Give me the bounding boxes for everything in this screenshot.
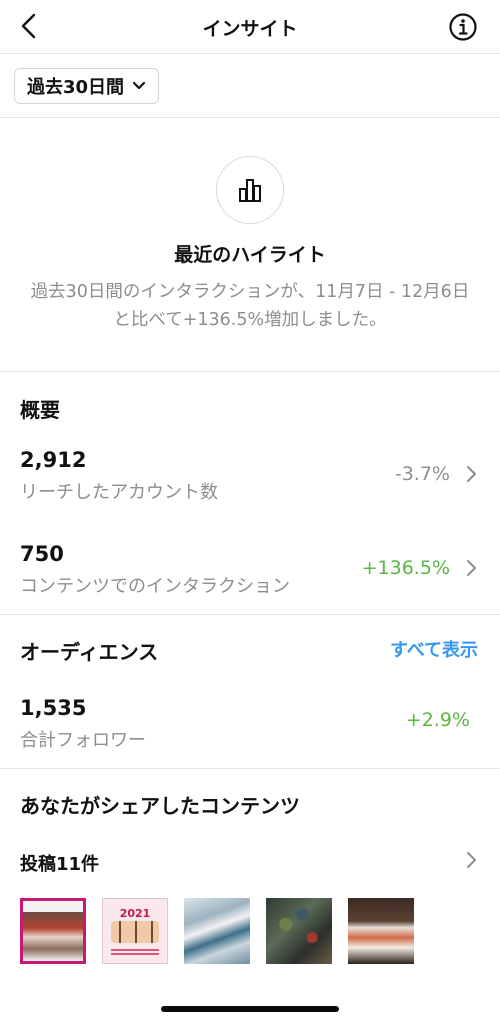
info-icon: [449, 13, 477, 41]
thumbnail-year-text: 2021: [119, 907, 151, 920]
highlight-icon-circle: [216, 156, 284, 224]
reach-change: -3.7%: [394, 463, 450, 485]
overview-title: 概要: [20, 398, 60, 422]
post-thumbnail[interactable]: [20, 898, 86, 964]
audience-title: オーディエンス: [20, 640, 159, 664]
chevron-right-icon: [467, 852, 476, 868]
interactions-change: +136.5%: [361, 557, 450, 579]
followers-change: +2.9%: [405, 709, 470, 731]
page-title: インサイト: [202, 18, 298, 40]
highlight-section: 最近のハイライト 過去30日間のインタラクションが、11月7日 - 12月6日と…: [0, 118, 500, 372]
chevron-right-icon: [467, 466, 476, 482]
highlight-title: 最近のハイライト: [174, 244, 326, 266]
divider: [0, 768, 500, 769]
followers-value: 1,535: [20, 696, 87, 720]
chevron-right-icon: [467, 560, 476, 576]
post-thumbnails: 2021: [20, 898, 414, 964]
chevron-down-icon: [132, 81, 146, 90]
top-bar: インサイト: [0, 0, 500, 54]
period-dropdown[interactable]: 過去30日間: [14, 68, 160, 104]
bar-chart-icon: [239, 179, 261, 202]
highlight-description: 過去30日間のインタラクションが、11月7日 - 12月6日と比べて+136.5…: [30, 282, 470, 330]
interactions-value: 750: [20, 542, 64, 566]
reach-label: リーチしたアカウント数: [20, 482, 218, 503]
home-indicator: [161, 1006, 339, 1012]
followers-row: 1,535 合計フォロワー +2.9%: [0, 688, 500, 760]
period-bar: 過去30日間: [0, 54, 500, 118]
see-all-link[interactable]: すべて表示: [390, 636, 478, 662]
post-thumbnail[interactable]: [348, 898, 414, 964]
period-label: 過去30日間: [27, 77, 125, 98]
info-button[interactable]: [448, 12, 478, 42]
content-title: あなたがシェアしたコンテンツ: [20, 794, 300, 818]
followers-label: 合計フォロワー: [20, 730, 146, 751]
reach-row[interactable]: 2,912 リーチしたアカウント数 -3.7%: [0, 440, 500, 512]
posts-label: 投稿11件: [20, 854, 100, 875]
posts-row[interactable]: 投稿11件: [0, 842, 500, 882]
interactions-row[interactable]: 750 コンテンツでのインタラクション +136.5%: [0, 534, 500, 606]
post-thumbnail[interactable]: 2021: [102, 898, 168, 964]
divider: [0, 614, 500, 615]
post-thumbnail[interactable]: [184, 898, 250, 964]
post-thumbnail[interactable]: [266, 898, 332, 964]
reach-value: 2,912: [20, 448, 87, 472]
interactions-label: コンテンツでのインタラクション: [20, 576, 290, 597]
